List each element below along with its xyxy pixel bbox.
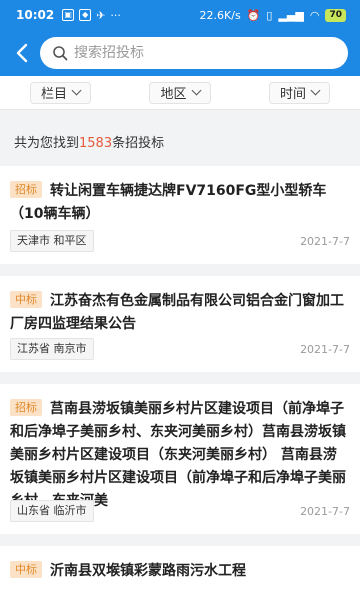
wifi-icon: ◠ [309, 8, 320, 22]
region-badge: 山东省 临沂市 [10, 500, 94, 522]
award-tag: 中标 [10, 561, 42, 578]
filter-category[interactable]: 栏目 [30, 81, 92, 104]
item-date: 2021-7-7 [300, 504, 350, 518]
search-input[interactable] [74, 45, 336, 61]
item-title: 沂南县双堠镇彩蒙路雨污水工程 [50, 563, 246, 579]
list-item[interactable]: 招标 莒南县涝坂镇美丽乡村片区建设项目（前净埠子和后净埠子美丽乡村、东夹河美丽乡村… [0, 384, 360, 534]
region-badge: 天津市 和平区 [10, 230, 94, 252]
filter-region[interactable]: 地区 [149, 81, 211, 104]
search-icon [53, 46, 68, 61]
network-speed: 22.6K/s [199, 8, 241, 22]
result-count-number: 1583 [79, 136, 113, 151]
filter-time[interactable]: 时间 [268, 81, 330, 104]
region-badge: 江苏省 南京市 [10, 338, 94, 360]
filter-region-label: 地区 [160, 87, 187, 102]
result-count-suffix: 条招投标 [112, 136, 165, 151]
result-count: 共为您找到1583条招投标 [14, 132, 164, 151]
chevron-down-icon [71, 85, 82, 96]
tender-tag: 招标 [10, 181, 42, 198]
item-date: 2021-7-7 [300, 234, 350, 248]
back-button[interactable] [10, 38, 34, 68]
filter-time-label: 时间 [279, 87, 306, 102]
item-date: 2021-7-7 [300, 342, 350, 356]
result-count-prefix: 共为您找到 [14, 136, 80, 151]
battery-icon: 70 [325, 8, 346, 22]
notification-icon: ▣ [62, 9, 75, 21]
award-tag: 中标 [10, 291, 42, 308]
list-item[interactable]: 中标 沂南县双堠镇彩蒙路雨污水工程 [0, 546, 360, 600]
filter-category-label: 栏目 [41, 87, 68, 102]
top-bar [0, 30, 360, 76]
status-time: 10:02 [16, 8, 55, 22]
more-notifications-icon: ··· [110, 8, 121, 22]
alarm-icon: ⏰ [246, 8, 261, 22]
search-box[interactable] [40, 37, 348, 69]
signal-indicator-icon: ✈ [96, 8, 106, 22]
tender-tag: 招标 [10, 399, 42, 416]
item-title: 转让闲置车辆捷达牌FV7160FG型小型轿车（10辆车辆） [10, 183, 327, 222]
item-title: 江苏奋杰有色金属制品有限公司铝合金门窗加工厂房四监理结果公告 [10, 293, 344, 332]
item-title: 莒南县涝坂镇美丽乡村片区建设项目（前净埠子和后净埠子美丽乡村、东夹河美丽乡村）莒… [10, 401, 346, 509]
status-bar: 10:02 ▣ ◆ ✈ ··· 22.6K/s ⏰ ▯ ▂▄▆ ◠ 70 [0, 0, 360, 30]
cellular-signal-icon: ▂▄▆ [278, 8, 304, 22]
app-icon: ◆ [79, 9, 92, 21]
list-item[interactable]: 招标 转让闲置车辆捷达牌FV7160FG型小型轿车（10辆车辆） 天津市 和平区 … [0, 166, 360, 264]
back-arrow-icon [16, 43, 28, 63]
list-item[interactable]: 中标 江苏奋杰有色金属制品有限公司铝合金门窗加工厂房四监理结果公告 江苏省 南京市… [0, 276, 360, 372]
filter-bar: 栏目 地区 时间 [0, 76, 360, 110]
chevron-down-icon [191, 85, 201, 96]
chevron-down-icon [310, 85, 321, 96]
vibrate-icon: ▯ [266, 8, 273, 22]
